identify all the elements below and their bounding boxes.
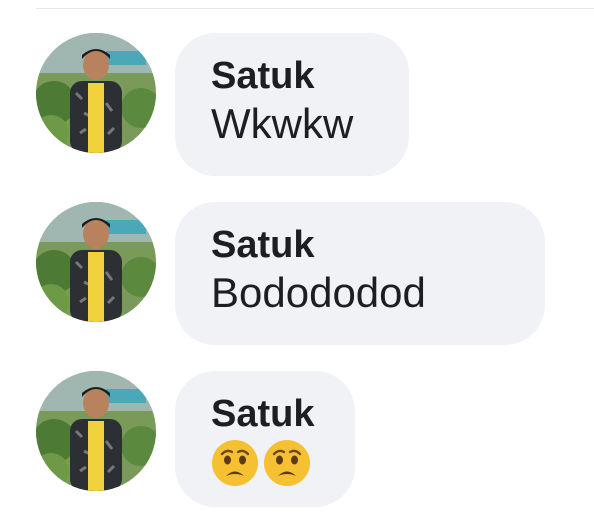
emoji-row — [211, 439, 319, 487]
avatar[interactable] — [36, 33, 156, 153]
anxious-face-icon — [264, 440, 310, 486]
avatar-photo — [36, 33, 156, 153]
comment-text: Wkwkw — [211, 100, 354, 147]
top-divider — [36, 8, 594, 9]
avatar[interactable] — [36, 371, 156, 491]
comment-author[interactable]: Satuk — [211, 393, 319, 435]
comment-bubble[interactable]: Satuk Wkwkw — [175, 33, 409, 176]
comment-author[interactable]: Satuk — [211, 55, 373, 97]
comment-bubble[interactable]: Satuk Bodododod — [175, 202, 545, 345]
avatar[interactable] — [36, 202, 156, 322]
avatar-photo — [36, 202, 156, 322]
comment-text: Bodododod — [211, 269, 426, 316]
comment-bubble[interactable]: Satuk — [175, 371, 355, 507]
avatar-photo — [36, 371, 156, 491]
anxious-face-icon — [212, 440, 258, 486]
comment-author[interactable]: Satuk — [211, 224, 509, 266]
